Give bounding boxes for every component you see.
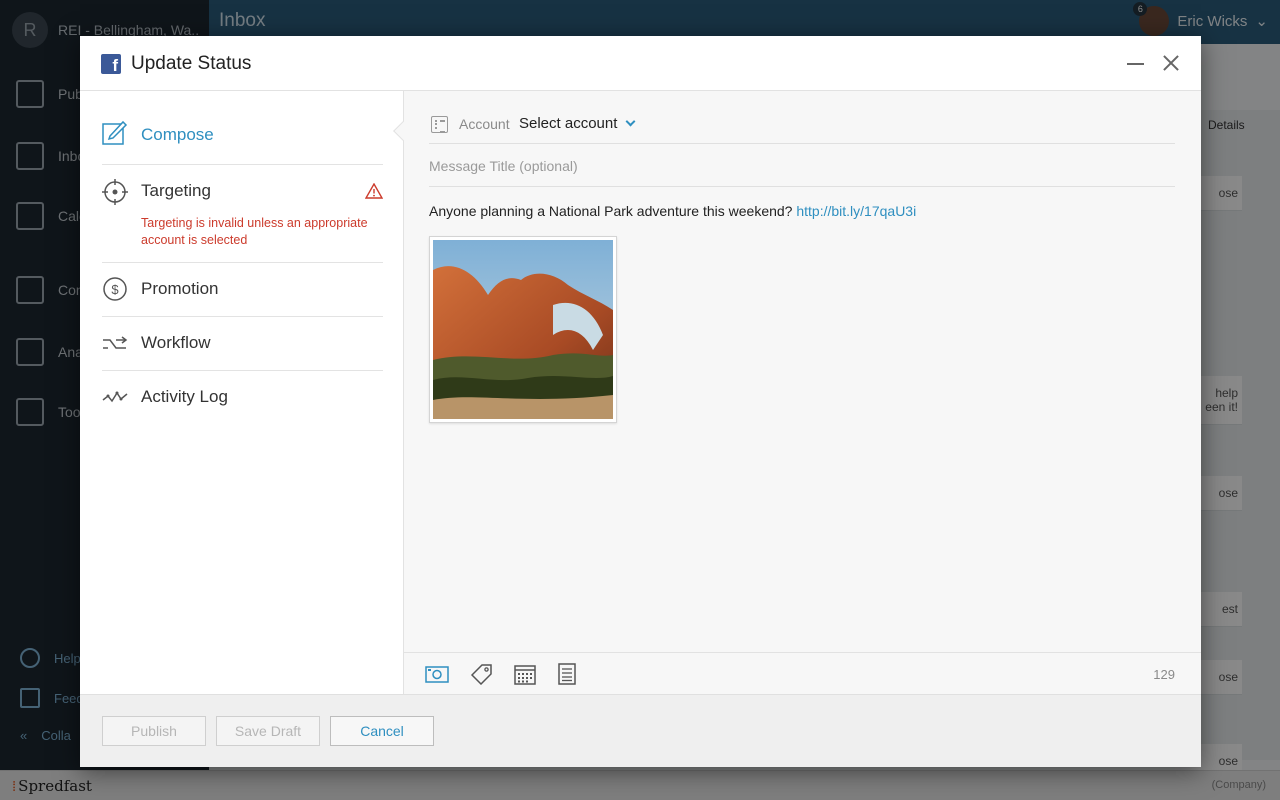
- tab-compose[interactable]: Compose: [102, 91, 383, 165]
- tab-activity-log-label: Activity Log: [141, 387, 228, 406]
- publish-button[interactable]: Publish: [102, 716, 206, 746]
- message-body[interactable]: Anyone planning a National Park adventur…: [429, 203, 916, 219]
- account-row: Account Select account: [429, 115, 1175, 144]
- tag-icon[interactable]: [470, 663, 494, 685]
- account-label: Account: [459, 116, 510, 132]
- attached-photo[interactable]: [429, 236, 617, 423]
- tab-promotion[interactable]: $ Promotion: [102, 263, 383, 317]
- compose-toolbar: 129: [404, 652, 1201, 694]
- warning-icon: [365, 183, 383, 199]
- tab-workflow-label: Workflow: [141, 333, 211, 352]
- message-text: Anyone planning a National Park adventur…: [429, 203, 793, 219]
- page-icon[interactable]: [555, 663, 579, 685]
- character-count: 129: [1153, 667, 1175, 682]
- photo-thumbnail: [433, 240, 613, 419]
- photo-icon[interactable]: [425, 663, 449, 685]
- close-button[interactable]: [1159, 51, 1183, 75]
- dialog-header: f Update Status: [80, 36, 1201, 91]
- cancel-button[interactable]: Cancel: [330, 716, 434, 746]
- tab-targeting-label: Targeting: [141, 181, 211, 200]
- dollar-icon: $: [103, 277, 127, 301]
- dialog-sidebar: Compose Targeting Targeting is invalid u…: [80, 91, 403, 694]
- facebook-icon: f: [101, 54, 121, 74]
- svg-text:$: $: [111, 282, 119, 297]
- tab-compose-label: Compose: [141, 125, 214, 144]
- account-select-value: Select account: [519, 115, 618, 132]
- compose-icon: [102, 120, 128, 145]
- dialog-title: Update Status: [131, 53, 252, 74]
- message-link[interactable]: http://bit.ly/17qaU3i: [796, 203, 916, 219]
- dialog-footer: Publish Save Draft Cancel: [80, 694, 1201, 767]
- account-select[interactable]: Select account: [519, 115, 636, 132]
- compose-panel: Account Select account Anyone planning a…: [403, 91, 1201, 694]
- target-icon: [102, 179, 128, 205]
- workflow-icon: [103, 336, 128, 349]
- calendar-icon[interactable]: [513, 663, 537, 685]
- tab-targeting[interactable]: Targeting Targeting is invalid unless an…: [102, 165, 383, 263]
- minimize-button[interactable]: [1124, 51, 1148, 75]
- tab-workflow[interactable]: Workflow: [102, 317, 383, 371]
- tab-promotion-label: Promotion: [141, 279, 219, 298]
- update-status-dialog: f Update Status Compose Targeting Target…: [80, 36, 1201, 767]
- tab-activity-log[interactable]: Activity Log: [102, 371, 383, 425]
- targeting-error-message: Targeting is invalid unless an appropria…: [141, 216, 368, 247]
- activity-icon: [102, 391, 128, 403]
- save-draft-button[interactable]: Save Draft: [216, 716, 320, 746]
- message-title-input[interactable]: [429, 154, 1175, 187]
- account-list-icon: [431, 116, 448, 133]
- chevron-down-icon: [625, 116, 636, 127]
